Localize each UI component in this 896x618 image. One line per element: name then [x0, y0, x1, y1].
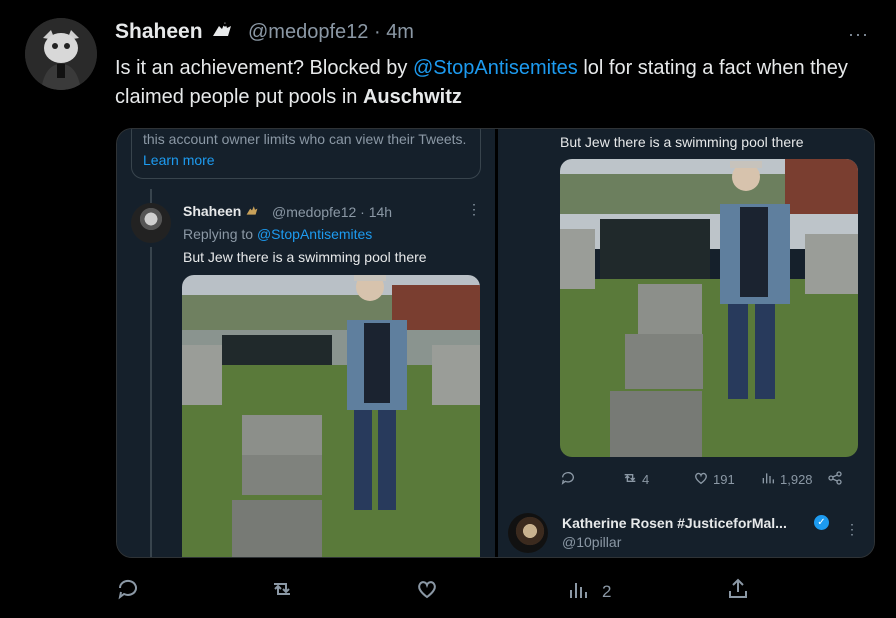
learn-more-link[interactable]: Learn more — [143, 152, 215, 168]
more-options-icon[interactable]: ··· — [848, 24, 869, 45]
pool-photo-right[interactable] — [560, 159, 858, 457]
eagle-badge-icon — [211, 20, 233, 46]
meta-separator: · — [373, 21, 381, 43]
reply-author-name[interactable]: Shaheen — [183, 203, 241, 219]
thread-line-lower — [150, 247, 152, 557]
reply-icon[interactable] — [560, 470, 576, 489]
share-upload-icon[interactable] — [726, 578, 750, 605]
views-action[interactable]: 1,928 — [760, 470, 813, 489]
heart-icon[interactable] — [415, 581, 439, 605]
views-count: 2 — [602, 582, 612, 601]
reply-button[interactable] — [116, 577, 140, 607]
heart-icon[interactable] — [693, 470, 709, 489]
author-name-text[interactable]: Shaheen — [115, 20, 203, 43]
next-reply-author[interactable]: Katherine Rosen #JusticeforMal... — [562, 515, 787, 531]
views-icon[interactable] — [760, 470, 776, 489]
views-button[interactable]: 2 — [566, 577, 611, 607]
verified-badge-icon: ✓ — [814, 515, 829, 530]
views-count: 1,928 — [780, 472, 813, 487]
restriction-message: this account owner limits who can view t… — [143, 131, 467, 147]
author-avatar[interactable] — [25, 18, 97, 90]
author-handle[interactable]: @medopfe12 — [248, 21, 368, 43]
like-button[interactable] — [415, 577, 439, 607]
right-tweet-actions: 4 191 1,928 — [560, 470, 860, 490]
author-meta: @medopfe12 · 4m — [248, 21, 414, 44]
screenshot-right[interactable]: But Jew there is a swimming pool there 4… — [498, 129, 874, 557]
tweet-text-bold: Auschwitz — [362, 86, 462, 108]
share-icon[interactable] — [827, 470, 843, 489]
thread-line — [150, 189, 152, 203]
tweet-time[interactable]: 4m — [386, 21, 414, 43]
next-reply-avatar[interactable] — [508, 513, 548, 553]
reply-handle-time: @medopfe12 · 14h — [272, 204, 393, 220]
reply-more-icon[interactable]: ⋮ — [467, 201, 481, 218]
eagle-badge-icon — [245, 204, 259, 220]
replying-to-prefix: Replying to — [183, 226, 257, 242]
retweet-button[interactable] — [270, 577, 294, 607]
like-count: 191 — [713, 472, 735, 487]
pool-photo-left[interactable] — [182, 275, 480, 557]
retweet-icon[interactable] — [270, 583, 294, 605]
tweet-mention-link[interactable]: @StopAntisemites — [413, 57, 578, 79]
replying-to-link[interactable]: @StopAntisemites — [257, 226, 372, 242]
reply-icon[interactable] — [116, 579, 140, 605]
next-reply-handle[interactable]: @10pillar — [562, 534, 621, 550]
next-reply-more-icon[interactable]: ⋮ — [845, 521, 859, 538]
tweet-text: Is it an achievement? Blocked by @StopAn… — [115, 54, 875, 112]
share-button[interactable] — [726, 577, 750, 607]
screenshot-left[interactable]: this account owner limits who can view t… — [117, 129, 495, 557]
reply-author[interactable]: Shaheen — [183, 203, 259, 220]
right-tweet-text: But Jew there is a swimming pool there — [560, 134, 804, 150]
reply-text: But Jew there is a swimming pool there — [183, 249, 427, 265]
author-name[interactable]: Shaheen — [115, 20, 233, 46]
retweet-action[interactable]: 4 — [622, 470, 649, 489]
tweet-text-part1: Is it an achievement? Blocked by — [115, 57, 413, 79]
reply-action[interactable] — [560, 470, 576, 489]
like-action[interactable]: 191 — [693, 470, 735, 489]
reply-avatar[interactable] — [131, 203, 171, 243]
restriction-text: this account owner limits who can view t… — [143, 129, 473, 171]
replying-to: Replying to @StopAntisemites — [183, 226, 372, 242]
media-attachment[interactable]: this account owner limits who can view t… — [116, 128, 875, 558]
retweet-count: 4 — [642, 472, 650, 487]
retweet-icon[interactable] — [622, 470, 638, 489]
share-action[interactable] — [827, 470, 843, 489]
views-icon[interactable] — [566, 578, 590, 607]
